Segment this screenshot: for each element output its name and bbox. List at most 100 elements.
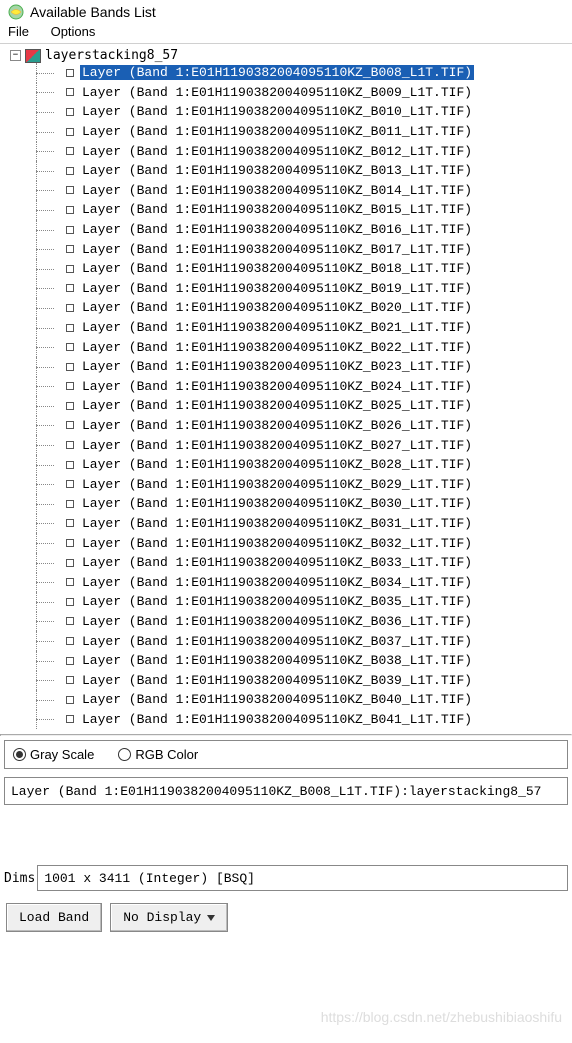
tree-layer-label[interactable]: Layer (Band 1:E01H1190382004095110KZ_B02…	[80, 457, 474, 472]
band-leaf-icon	[66, 147, 74, 155]
radio-rgb-color[interactable]: RGB Color	[118, 747, 198, 762]
tree-layer-item[interactable]: Layer (Band 1:E01H1190382004095110KZ_B03…	[34, 494, 572, 514]
tree-layer-item[interactable]: Layer (Band 1:E01H1190382004095110KZ_B01…	[34, 161, 572, 181]
button-row: Load Band No Display	[6, 903, 566, 932]
tree-connector	[34, 611, 66, 631]
tree-layer-item[interactable]: Layer (Band 1:E01H1190382004095110KZ_B01…	[34, 181, 572, 201]
radio-gray-scale[interactable]: Gray Scale	[13, 747, 94, 762]
tree-connector	[34, 357, 66, 377]
tree-layer-item[interactable]: Layer (Band 1:E01H1190382004095110KZ_B02…	[34, 337, 572, 357]
tree-layer-item[interactable]: Layer (Band 1:E01H1190382004095110KZ_B01…	[34, 239, 572, 259]
tree-connector	[34, 533, 66, 553]
tree-layer-label[interactable]: Layer (Band 1:E01H1190382004095110KZ_B03…	[80, 634, 474, 649]
tree-layer-item[interactable]: Layer (Band 1:E01H1190382004095110KZ_B03…	[34, 514, 572, 534]
tree-connector	[34, 455, 66, 475]
tree-connector	[34, 553, 66, 573]
tree-connector	[34, 161, 66, 181]
tree-layer-label[interactable]: Layer (Band 1:E01H1190382004095110KZ_B02…	[80, 398, 474, 413]
tree-layer-label[interactable]: Layer (Band 1:E01H1190382004095110KZ_B02…	[80, 379, 474, 394]
tree-layer-item[interactable]: Layer (Band 1:E01H1190382004095110KZ_B03…	[34, 670, 572, 690]
tree-layer-item[interactable]: Layer (Band 1:E01H1190382004095110KZ_B03…	[34, 631, 572, 651]
tree-layer-label[interactable]: Layer (Band 1:E01H1190382004095110KZ_B01…	[80, 242, 474, 257]
tree-connector	[34, 259, 66, 279]
band-leaf-icon	[66, 226, 74, 234]
tree-layer-label[interactable]: Layer (Band 1:E01H1190382004095110KZ_B01…	[80, 281, 474, 296]
tree-layer-label[interactable]: Layer (Band 1:E01H1190382004095110KZ_B01…	[80, 183, 474, 198]
tree-layer-label[interactable]: Layer (Band 1:E01H1190382004095110KZ_B02…	[80, 438, 474, 453]
tree-layer-label[interactable]: Layer (Band 1:E01H1190382004095110KZ_B03…	[80, 496, 474, 511]
tree-connector	[34, 435, 66, 455]
selected-layer-info: Layer (Band 1:E01H1190382004095110KZ_B00…	[4, 777, 568, 805]
tree-layer-label[interactable]: Layer (Band 1:E01H1190382004095110KZ_B02…	[80, 418, 474, 433]
tree-connector	[34, 494, 66, 514]
radio-circle-icon	[118, 748, 131, 761]
no-display-button[interactable]: No Display	[110, 903, 228, 932]
tree-layer-label[interactable]: Layer (Band 1:E01H1190382004095110KZ_B00…	[80, 65, 474, 80]
band-leaf-icon	[66, 421, 74, 429]
tree-root-label[interactable]: layerstacking8_57	[45, 48, 178, 63]
tree-layer-label[interactable]: Layer (Band 1:E01H1190382004095110KZ_B01…	[80, 202, 474, 217]
tree-layer-item[interactable]: Layer (Band 1:E01H1190382004095110KZ_B02…	[34, 396, 572, 416]
tree-layer-item[interactable]: Layer (Band 1:E01H1190382004095110KZ_B01…	[34, 279, 572, 299]
tree-layer-item[interactable]: Layer (Band 1:E01H1190382004095110KZ_B04…	[34, 710, 572, 730]
tree-layer-label[interactable]: Layer (Band 1:E01H1190382004095110KZ_B03…	[80, 614, 474, 629]
tree-connector	[34, 631, 66, 651]
tree-layer-label[interactable]: Layer (Band 1:E01H1190382004095110KZ_B01…	[80, 261, 474, 276]
tree-layer-item[interactable]: Layer (Band 1:E01H1190382004095110KZ_B04…	[34, 690, 572, 710]
tree-layer-item[interactable]: Layer (Band 1:E01H1190382004095110KZ_B03…	[34, 572, 572, 592]
tree-layer-label[interactable]: Layer (Band 1:E01H1190382004095110KZ_B01…	[80, 144, 474, 159]
band-leaf-icon	[66, 500, 74, 508]
tree-layer-item[interactable]: Layer (Band 1:E01H1190382004095110KZ_B01…	[34, 141, 572, 161]
band-leaf-icon	[66, 324, 74, 332]
load-band-button[interactable]: Load Band	[6, 903, 102, 932]
tree-layer-label[interactable]: Layer (Band 1:E01H1190382004095110KZ_B01…	[80, 104, 474, 119]
tree-layer-item[interactable]: Layer (Band 1:E01H1190382004095110KZ_B02…	[34, 416, 572, 436]
tree-root-row[interactable]: − layerstacking8_57	[10, 48, 572, 63]
tree-layer-label[interactable]: Layer (Band 1:E01H1190382004095110KZ_B02…	[80, 359, 474, 374]
tree-layer-label[interactable]: Layer (Band 1:E01H1190382004095110KZ_B04…	[80, 712, 474, 727]
menu-file[interactable]: File	[8, 24, 29, 39]
tree-layer-label[interactable]: Layer (Band 1:E01H1190382004095110KZ_B02…	[80, 320, 474, 335]
tree-layer-item[interactable]: Layer (Band 1:E01H1190382004095110KZ_B02…	[34, 435, 572, 455]
tree-layer-item[interactable]: Layer (Band 1:E01H1190382004095110KZ_B01…	[34, 122, 572, 142]
tree-layer-item[interactable]: Layer (Band 1:E01H1190382004095110KZ_B01…	[34, 220, 572, 240]
tree-layer-label[interactable]: Layer (Band 1:E01H1190382004095110KZ_B01…	[80, 222, 474, 237]
tree-layer-item[interactable]: Layer (Band 1:E01H1190382004095110KZ_B00…	[34, 83, 572, 103]
tree-layer-label[interactable]: Layer (Band 1:E01H1190382004095110KZ_B03…	[80, 555, 474, 570]
tree-layer-label[interactable]: Layer (Band 1:E01H1190382004095110KZ_B03…	[80, 575, 474, 590]
tree-layer-label[interactable]: Layer (Band 1:E01H1190382004095110KZ_B03…	[80, 653, 474, 668]
tree-layer-item[interactable]: Layer (Band 1:E01H1190382004095110KZ_B03…	[34, 612, 572, 632]
bands-tree[interactable]: − layerstacking8_57 Layer (Band 1:E01H11…	[0, 44, 572, 734]
tree-layer-label[interactable]: Layer (Band 1:E01H1190382004095110KZ_B00…	[80, 85, 474, 100]
tree-layer-item[interactable]: Layer (Band 1:E01H1190382004095110KZ_B02…	[34, 298, 572, 318]
tree-layer-item[interactable]: Layer (Band 1:E01H1190382004095110KZ_B03…	[34, 553, 572, 573]
tree-layer-item[interactable]: Layer (Band 1:E01H1190382004095110KZ_B03…	[34, 533, 572, 553]
tree-layer-label[interactable]: Layer (Band 1:E01H1190382004095110KZ_B01…	[80, 124, 474, 139]
tree-layer-item[interactable]: Layer (Band 1:E01H1190382004095110KZ_B00…	[34, 63, 572, 83]
band-leaf-icon	[66, 284, 74, 292]
tree-layer-label[interactable]: Layer (Band 1:E01H1190382004095110KZ_B03…	[80, 516, 474, 531]
tree-layer-label[interactable]: Layer (Band 1:E01H1190382004095110KZ_B01…	[80, 163, 474, 178]
dims-field[interactable]: 1001 x 3411 (Integer) [BSQ]	[37, 865, 568, 891]
tree-layer-item[interactable]: Layer (Band 1:E01H1190382004095110KZ_B02…	[34, 377, 572, 397]
tree-layer-label[interactable]: Layer (Band 1:E01H1190382004095110KZ_B02…	[80, 477, 474, 492]
tree-layer-item[interactable]: Layer (Band 1:E01H1190382004095110KZ_B03…	[34, 651, 572, 671]
tree-layer-label[interactable]: Layer (Band 1:E01H1190382004095110KZ_B03…	[80, 594, 474, 609]
dataset-icon	[25, 49, 41, 63]
tree-layer-item[interactable]: Layer (Band 1:E01H1190382004095110KZ_B03…	[34, 592, 572, 612]
tree-layer-item[interactable]: Layer (Band 1:E01H1190382004095110KZ_B02…	[34, 474, 572, 494]
tree-layer-item[interactable]: Layer (Band 1:E01H1190382004095110KZ_B02…	[34, 455, 572, 475]
tree-layer-item[interactable]: Layer (Band 1:E01H1190382004095110KZ_B01…	[34, 200, 572, 220]
tree-layer-item[interactable]: Layer (Band 1:E01H1190382004095110KZ_B01…	[34, 102, 572, 122]
tree-layer-label[interactable]: Layer (Band 1:E01H1190382004095110KZ_B03…	[80, 536, 474, 551]
tree-layer-label[interactable]: Layer (Band 1:E01H1190382004095110KZ_B03…	[80, 673, 474, 688]
tree-layer-item[interactable]: Layer (Band 1:E01H1190382004095110KZ_B02…	[34, 357, 572, 377]
tree-layer-label[interactable]: Layer (Band 1:E01H1190382004095110KZ_B02…	[80, 300, 474, 315]
menu-options[interactable]: Options	[51, 24, 96, 39]
tree-layer-label[interactable]: Layer (Band 1:E01H1190382004095110KZ_B02…	[80, 340, 474, 355]
tree-layer-item[interactable]: Layer (Band 1:E01H1190382004095110KZ_B01…	[34, 259, 572, 279]
collapse-icon[interactable]: −	[10, 50, 21, 61]
tree-layer-label[interactable]: Layer (Band 1:E01H1190382004095110KZ_B04…	[80, 692, 474, 707]
tree-layer-item[interactable]: Layer (Band 1:E01H1190382004095110KZ_B02…	[34, 318, 572, 338]
tree-connector	[34, 690, 66, 710]
